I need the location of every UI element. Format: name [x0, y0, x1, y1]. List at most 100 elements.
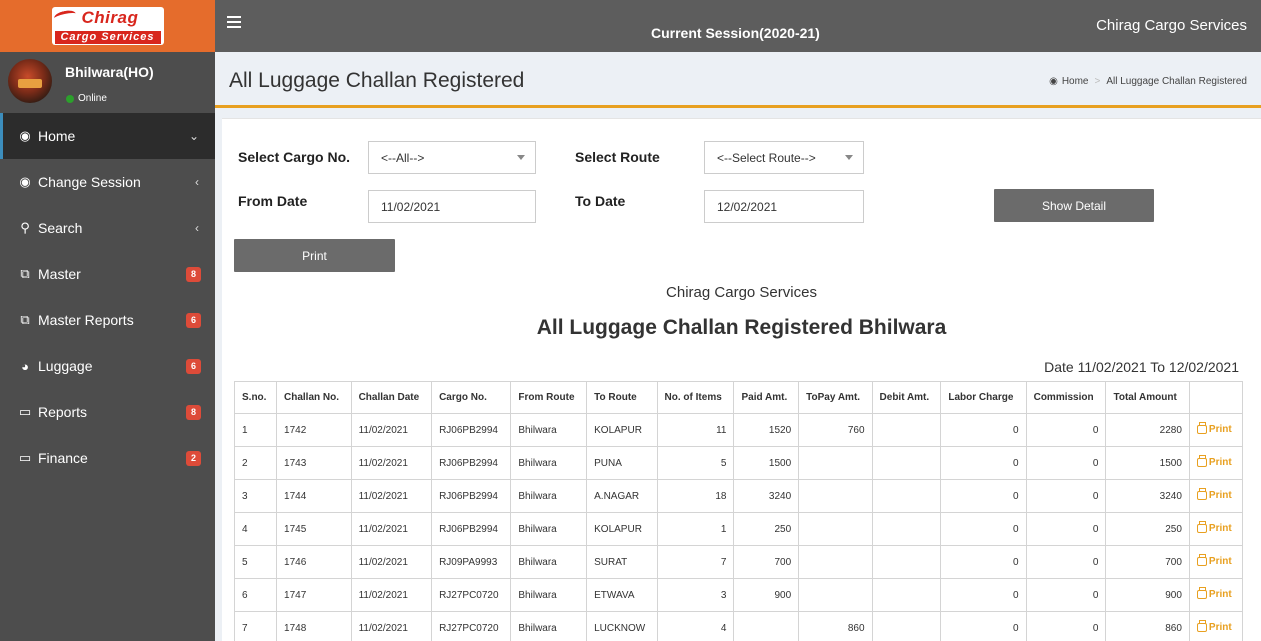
column-header: Commission: [1025, 381, 1107, 414]
breadcrumb-home[interactable]: Home: [1062, 76, 1089, 87]
sidebar-item-change-session[interactable]: ◉ Change Session ‹: [0, 159, 215, 205]
printer-icon: [1196, 520, 1207, 533]
cargo-label: Select Cargo No.: [238, 149, 351, 165]
count-badge: 6: [186, 312, 201, 328]
table-cell: [871, 479, 942, 513]
table-cell: 0: [1025, 479, 1107, 513]
table-cell: 0: [940, 611, 1027, 641]
current-session: Current Session(2020-21): [651, 25, 820, 41]
printer-icon: [1196, 421, 1207, 434]
table-cell: PUNA: [586, 446, 658, 480]
logo[interactable]: Chirag Cargo Services: [51, 7, 164, 45]
table-row: 4 1745 11/02/2021 RJ06PB2994 Bhilwara KOLAPUR…: [233, 512, 1244, 546]
cargo-select[interactable]: <--All-->: [368, 141, 536, 174]
count-badge: 8: [186, 404, 201, 420]
sidebar-item-label: Home: [38, 128, 76, 144]
content-header: All Luggage Challan Registered ◉ Home > …: [215, 52, 1261, 108]
table-cell: 1: [233, 413, 278, 447]
sidebar-item-home[interactable]: ◉ Home ⌄: [0, 113, 215, 159]
print-link-label: Print: [1208, 555, 1232, 567]
table-cell: A.NAGAR: [586, 479, 658, 513]
sidebar-item-reports[interactable]: ▭ Reports 8: [0, 389, 215, 435]
table-body: 1 1742 11/02/2021 RJ06PB2994 Bhilwara KOLAPUR…: [233, 413, 1244, 641]
table-cell: 700: [1105, 545, 1190, 579]
table-cell: RJ27PC0720: [431, 578, 512, 612]
logo-area[interactable]: Chirag Cargo Services: [0, 0, 215, 52]
table-cell: [733, 611, 800, 641]
print-link[interactable]: Print: [1196, 454, 1232, 468]
sidebar: Bhilwara(HO) Online ◉ Home ⌄ ◉ Change Se…: [0, 52, 215, 641]
online-dot-icon: [66, 94, 74, 103]
route-select[interactable]: <--Select Route-->: [704, 141, 864, 174]
print-cell: Print: [1188, 545, 1244, 579]
breadcrumb-separator: >: [1094, 76, 1101, 87]
report-date-range: Date 11/02/2021 To 12/02/2021: [1044, 359, 1239, 375]
to-date-input[interactable]: 12/02/2021: [704, 190, 864, 223]
menu-toggle-icon[interactable]: [227, 16, 241, 29]
chevron-left-icon: ‹: [195, 175, 199, 189]
column-header: Debit Amt.: [871, 381, 942, 414]
print-link[interactable]: Print: [1196, 520, 1232, 534]
print-link[interactable]: Print: [1196, 586, 1232, 600]
table-cell: 860: [1105, 611, 1190, 641]
table-cell: [871, 545, 942, 579]
printer-icon: [1196, 487, 1207, 500]
table-cell: 0: [1025, 611, 1107, 641]
table-row: 2 1743 11/02/2021 RJ06PB2994 Bhilwara PUNA 5 15…: [233, 446, 1244, 480]
table-cell: 1: [656, 512, 735, 546]
print-link[interactable]: Print: [1196, 421, 1232, 435]
sidebar-item-label: Finance: [38, 450, 88, 466]
table-cell: 1520: [733, 413, 800, 447]
table-cell: 1742: [276, 413, 352, 447]
route-label: Select Route: [575, 149, 660, 165]
table-cell: 6: [233, 578, 278, 612]
print-cell: Print: [1188, 578, 1244, 612]
avatar: [8, 59, 52, 103]
show-detail-button[interactable]: Show Detail: [994, 189, 1154, 222]
sidebar-item-finance[interactable]: ▭ Finance 2: [0, 435, 215, 481]
table-cell: 3: [233, 479, 278, 513]
sidebar-item-master-reports[interactable]: ⧉ Master Reports 6: [0, 297, 215, 343]
printer-icon: [1196, 553, 1207, 566]
print-link[interactable]: Print: [1196, 553, 1232, 567]
table-cell: 0: [1025, 545, 1107, 579]
table-row: 3 1744 11/02/2021 RJ06PB2994 Bhilwara A.NAGAR…: [233, 479, 1244, 513]
challan-table: S.no. Challan No. Challan Date Cargo No.…: [233, 381, 1244, 641]
sidebar-item-search[interactable]: ⚲ Search ‹: [0, 205, 215, 251]
printer-icon: [1196, 454, 1207, 467]
cargo-select-value: <--All-->: [381, 150, 425, 165]
table-cell: 11/02/2021: [350, 545, 433, 579]
chevron-down-icon: ⌄: [188, 129, 199, 143]
logo-subtitle: Cargo Services: [54, 31, 161, 44]
route-select-value: <--Select Route-->: [717, 150, 816, 165]
dashboard-icon: ◉: [1049, 76, 1058, 87]
dropdown-arrow-icon: [517, 155, 525, 160]
online-status: Online: [66, 93, 107, 104]
sidebar-item-master[interactable]: ⧉ Master 8: [0, 251, 215, 297]
company-name[interactable]: Chirag Cargo Services: [1096, 17, 1247, 34]
table-row: 5 1746 11/02/2021 RJ09PA9993 Bhilwara SURAT 7 7…: [233, 545, 1244, 579]
print-button[interactable]: Print: [234, 239, 395, 272]
column-header: Challan Date: [350, 381, 433, 414]
print-cell: Print: [1188, 611, 1244, 641]
table-cell: 0: [940, 578, 1027, 612]
print-link[interactable]: Print: [1196, 619, 1232, 633]
table-cell: 11/02/2021: [350, 446, 433, 480]
dashboard-icon: ◉: [19, 174, 31, 189]
table-cell: [798, 578, 873, 612]
table-cell: 2280: [1105, 413, 1190, 447]
table-cell: 11/02/2021: [350, 578, 433, 612]
table-cell: Bhilwara: [510, 512, 588, 546]
sidebar-item-label: Reports: [38, 404, 88, 420]
table-cell: 0: [940, 545, 1027, 579]
print-link[interactable]: Print: [1196, 487, 1232, 501]
table-cell: 1744: [276, 479, 352, 513]
table-cell: 3240: [733, 479, 800, 513]
table-cell: 0: [940, 479, 1027, 513]
table-cell: [871, 446, 942, 480]
to-date-label: To Date: [575, 193, 626, 209]
table-cell: 760: [798, 413, 873, 447]
from-date-input[interactable]: 11/02/2021: [368, 190, 536, 223]
sidebar-item-luggage[interactable]: ◕ Luggage 6: [0, 343, 215, 389]
table-cell: 0: [940, 446, 1027, 480]
